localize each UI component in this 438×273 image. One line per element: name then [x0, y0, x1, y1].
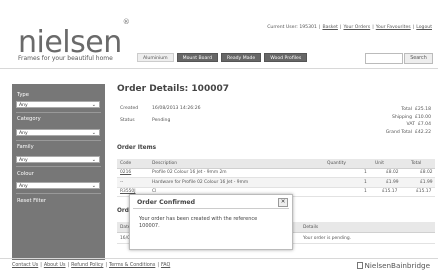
order-totals: Total £25.18 Shipping £10.00 VAT £7.04 G…	[386, 106, 431, 136]
sidebar-divider	[16, 193, 101, 194]
grand-total-row: Grand Total £42.22	[386, 129, 431, 137]
family-select[interactable]: Any ⌄	[16, 156, 100, 163]
tab-ready-made[interactable]: Ready Made	[221, 53, 262, 62]
col-unit: Unit	[375, 160, 384, 166]
shipping-label: Shipping	[391, 114, 412, 120]
colour-label: Colour	[17, 171, 34, 177]
footer-links: Contact Us | About Us | Refund Policy | Terms …	[12, 263, 171, 268]
item-quantity: 1	[364, 179, 367, 185]
dialog-message: Your order has been created with the ref…	[139, 216, 258, 229]
search-input[interactable]	[365, 53, 403, 64]
brand-text: NielsenBainbridge	[364, 261, 430, 270]
tab-mount-board[interactable]: Mount Board	[176, 53, 219, 62]
item-unit: £1.99	[386, 179, 399, 185]
status-value: Pending	[152, 118, 171, 123]
type-select[interactable]: Any ⌄	[16, 101, 100, 108]
col-details: Details	[303, 224, 319, 230]
nielsen-bainbridge-logo: NielsenBainbridge	[356, 261, 430, 270]
reset-filter-link[interactable]: Reset Filter	[17, 198, 46, 204]
tracking-details: Your order is pending.	[303, 235, 352, 241]
col-description: Description	[152, 160, 178, 166]
category-select[interactable]: Any ⌄	[16, 129, 100, 136]
total-label: Total	[401, 107, 412, 112]
grand-total-value: £42.22	[414, 129, 431, 135]
dialog-divider	[133, 208, 289, 209]
item-quantity: 1	[364, 189, 367, 194]
your-orders-link[interactable]: Your Orders	[343, 25, 370, 30]
logo-registered-mark: ®	[122, 18, 130, 26]
chevron-down-icon: ⌄	[91, 157, 96, 163]
order-items-table: Code Description Quantity Unit Total 021…	[117, 159, 435, 197]
category-label: Category	[17, 116, 41, 122]
sidebar-divider	[16, 140, 101, 141]
category-select-value: Any	[19, 131, 28, 136]
refund-policy-link[interactable]: Refund Policy	[71, 263, 103, 268]
col-quantity: Quantity	[327, 160, 346, 166]
faq-link[interactable]: FAQ	[161, 263, 170, 268]
chevron-down-icon: ⌄	[91, 130, 96, 136]
item-total: £8.02	[420, 170, 433, 175]
search-button[interactable]: Search	[404, 53, 433, 64]
footer-divider	[0, 258, 438, 259]
tab-wood-profiles[interactable]: Wood Profiles	[264, 53, 308, 62]
chevron-down-icon: ⌄	[91, 102, 96, 108]
col-total: Total	[411, 160, 422, 166]
item-unit: £15.17	[382, 189, 398, 194]
item-unit: £8.02	[386, 170, 399, 175]
grand-total-label: Grand Total	[385, 129, 412, 135]
terms-conditions-link[interactable]: Terms & Conditions	[109, 263, 155, 268]
tagline: Frames for your beautiful home	[18, 55, 113, 62]
item-total: £15.17	[416, 189, 432, 194]
brand-mark-icon	[356, 262, 363, 269]
close-icon[interactable]: ✕	[278, 198, 288, 207]
page: nielsen® Frames for your beautiful home …	[0, 0, 438, 273]
current-user-label: Current User:	[267, 25, 298, 30]
created-value: 16/08/2013 14:26:26	[152, 106, 201, 111]
colour-select[interactable]: Any ⌄	[16, 182, 100, 189]
current-user-value: 195301	[299, 25, 317, 30]
header-divider	[0, 68, 438, 69]
logout-link[interactable]: Logout	[416, 25, 432, 30]
basket-link[interactable]: Basket	[322, 25, 337, 30]
page-title: Order Details: 100007	[117, 84, 229, 94]
order-confirmed-dialog: Order Confirmed ✕ Your order has been cr…	[129, 194, 293, 250]
family-select-value: Any	[19, 158, 28, 163]
dialog-title: Order Confirmed	[137, 199, 196, 206]
table-row: 0216 Profile 02 Colour 16 Jet - 9mm 2m 1…	[117, 169, 435, 178]
item-quantity: 1	[364, 170, 367, 175]
created-label: Created	[120, 106, 139, 111]
chevron-down-icon: ⌄	[91, 183, 96, 189]
item-description: Hardware for Profile 02 Colour 16 Jet - …	[152, 179, 249, 185]
type-select-value: Any	[19, 103, 28, 108]
vat-label: VAT	[406, 122, 415, 127]
item-code-link[interactable]: 0216	[120, 170, 131, 175]
total-value: £25.18	[414, 107, 431, 112]
filter-sidebar: Type Any ⌄ Category Any ⌄ Family Any ⌄ Colo…	[12, 84, 105, 260]
item-total: £1.99	[420, 179, 433, 185]
table-row: -- Hardware for Profile 02 Colour 16 Jet…	[117, 178, 435, 188]
type-label: Type	[17, 92, 29, 98]
order-items-heading: Order Items	[117, 145, 157, 151]
item-code: --	[120, 179, 124, 185]
contact-us-link[interactable]: Contact Us	[12, 263, 38, 268]
status-label: Status	[120, 118, 135, 123]
family-label: Family	[17, 144, 34, 150]
item-description: Profile 02 Colour 16 Jet - 9mm 2m	[152, 170, 227, 175]
your-favourites-link[interactable]: Your Favourites	[376, 25, 411, 30]
shipping-row: Shipping £10.00	[386, 114, 431, 122]
shipping-value: £10.00	[414, 114, 431, 120]
table-header-row: Code Description Quantity Unit Total	[117, 159, 435, 169]
user-bar: Current User: 195301 | Basket | Your Orders |…	[267, 25, 432, 30]
sidebar-divider	[16, 166, 101, 167]
category-nav: Aluminium Mount Board Ready Made Wood Pr…	[137, 53, 308, 62]
vat-row: VAT £7.04	[386, 121, 431, 129]
about-us-link[interactable]: About Us	[44, 263, 66, 268]
sidebar-divider	[16, 112, 101, 113]
nielsen-logo[interactable]: nielsen®	[18, 19, 130, 58]
total-row: Total £25.18	[386, 106, 431, 114]
vat-value: £7.04	[417, 122, 431, 127]
tab-aluminium[interactable]: Aluminium	[137, 53, 174, 62]
colour-select-value: Any	[19, 184, 28, 189]
col-code: Code	[120, 160, 132, 166]
